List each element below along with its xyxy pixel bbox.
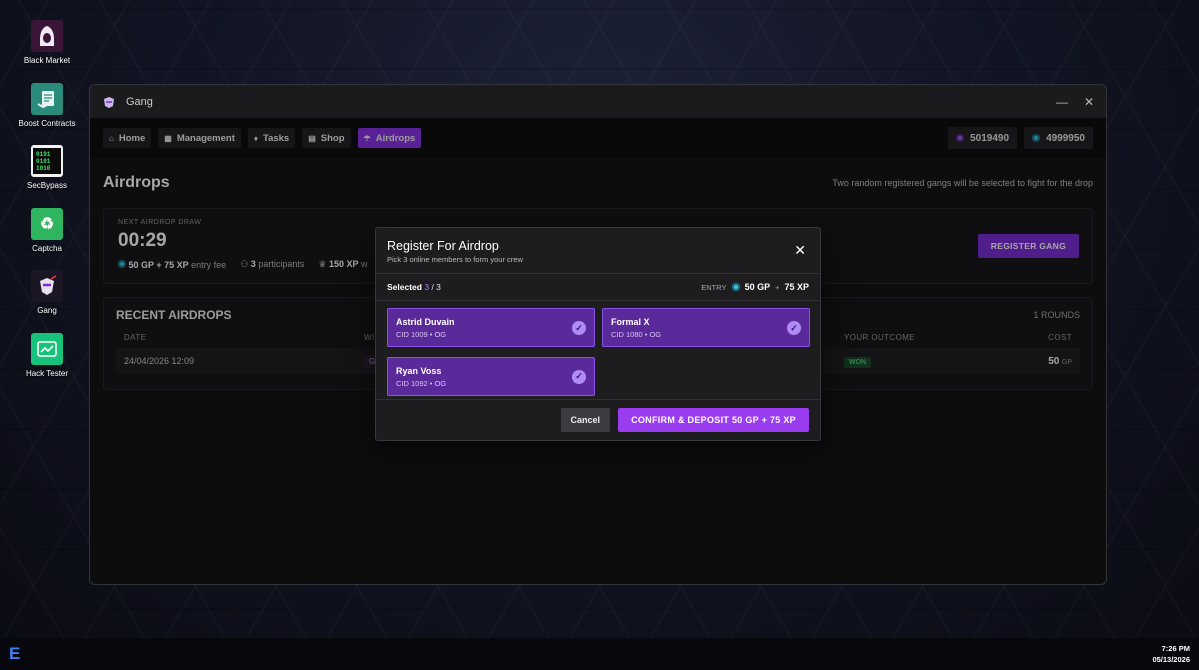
minimize-icon[interactable]: — — [1056, 95, 1068, 109]
register-airdrop-modal: Register For Airdrop Pick 3 online membe… — [375, 227, 821, 441]
selected-count: 3 — [424, 282, 430, 292]
svg-text:0101: 0101 — [36, 151, 51, 158]
desktop-icons: Black Market Boost Contracts 0101 0101 101… — [14, 20, 80, 395]
selected-label: Selected — [387, 282, 422, 292]
svg-text:1010: 1010 — [36, 165, 51, 172]
member-card-ryan-voss[interactable]: Ryan Voss CID 1092 • OG ✓ — [387, 356, 595, 396]
entry-cost: ENTRY 50 GP + 75 XP — [701, 282, 809, 292]
close-icon[interactable]: ✕ — [794, 242, 806, 259]
desktop-icon-hack-tester[interactable]: Hack Tester — [14, 332, 80, 395]
desktop-icon-black-market[interactable]: Black Market — [14, 20, 80, 82]
member-name: Ryan Voss — [396, 365, 442, 376]
cancel-button[interactable]: Cancel — [560, 407, 611, 432]
desktop-icon-boost-contracts[interactable]: Boost Contracts — [14, 82, 80, 145]
checkmark-icon: ✓ — [787, 321, 801, 335]
desktop-icon-label: Black Market — [23, 56, 71, 65]
gang-icon — [31, 270, 63, 302]
start-logo-icon[interactable]: E — [9, 644, 20, 664]
member-name: Formal X — [611, 317, 650, 327]
desktop-icon-label: Boost Contracts — [18, 118, 76, 128]
taskbar: E 7:26 PM 05/13/2026 — [0, 638, 1199, 670]
desktop-icon-label: Gang — [37, 306, 57, 315]
member-info: CID 1080 • OG — [611, 330, 662, 339]
hood-icon — [31, 20, 63, 52]
window-titlebar[interactable]: Gang — ✕ — [90, 85, 1106, 118]
entry-label: ENTRY — [701, 282, 727, 292]
clock-date: 05/13/2026 — [1152, 655, 1190, 664]
desktop-icon-label: SecBypass — [26, 181, 68, 190]
entry-gp: 50 GP — [744, 282, 771, 292]
gang-app-icon — [104, 96, 114, 108]
selected-total: / 3 — [431, 282, 441, 292]
clock-time: 7:26 PM — [1161, 644, 1190, 653]
desktop-icon-label: Captcha — [32, 243, 62, 253]
close-icon[interactable]: ✕ — [1084, 95, 1094, 109]
entry-xp: 75 XP — [784, 282, 809, 292]
checkmark-icon: ✓ — [572, 369, 586, 384]
modal-title: Register For Airdrop — [387, 239, 499, 253]
member-list: Astrid Duvain CID 1009 • OG ✓ Formal X C… — [376, 301, 820, 399]
member-info: CID 1009 • OG — [396, 330, 447, 339]
terminal-icon — [31, 332, 63, 365]
member-info: CID 1092 • OG — [396, 378, 447, 388]
desktop-icon-label: Hack Tester — [25, 368, 69, 378]
xp-coin-icon — [731, 283, 740, 291]
desktop-icon-secbypass[interactable]: 0101 0101 1010 SecBypass — [14, 145, 80, 207]
recycle-icon: ♻ — [31, 207, 63, 240]
binary-icon: 0101 0101 1010 — [31, 145, 63, 177]
contract-icon — [31, 82, 63, 115]
entry-plus: + — [775, 282, 780, 292]
confirm-deposit-button[interactable]: CONFIRM & DEPOSIT 50 GP + 75 XP — [618, 407, 809, 432]
selected-counter: Selected 3 / 3 — [387, 282, 441, 292]
member-name: Astrid Duvain — [396, 317, 455, 327]
member-card-formal-x[interactable]: Formal X CID 1080 • OG ✓ — [602, 308, 810, 347]
modal-subtitle: Pick 3 online members to form your crew — [387, 255, 523, 264]
window-title: Gang — [126, 95, 153, 108]
desktop-icon-gang[interactable]: Gang — [14, 270, 80, 332]
member-card-astrid-duvain[interactable]: Astrid Duvain CID 1009 • OG ✓ — [387, 308, 595, 347]
svg-text:0101: 0101 — [36, 158, 51, 165]
taskbar-clock: 7:26 PM 05/13/2026 — [1152, 643, 1190, 665]
desktop-icon-captcha[interactable]: ♻ Captcha — [14, 207, 80, 270]
checkmark-icon: ✓ — [572, 321, 586, 335]
